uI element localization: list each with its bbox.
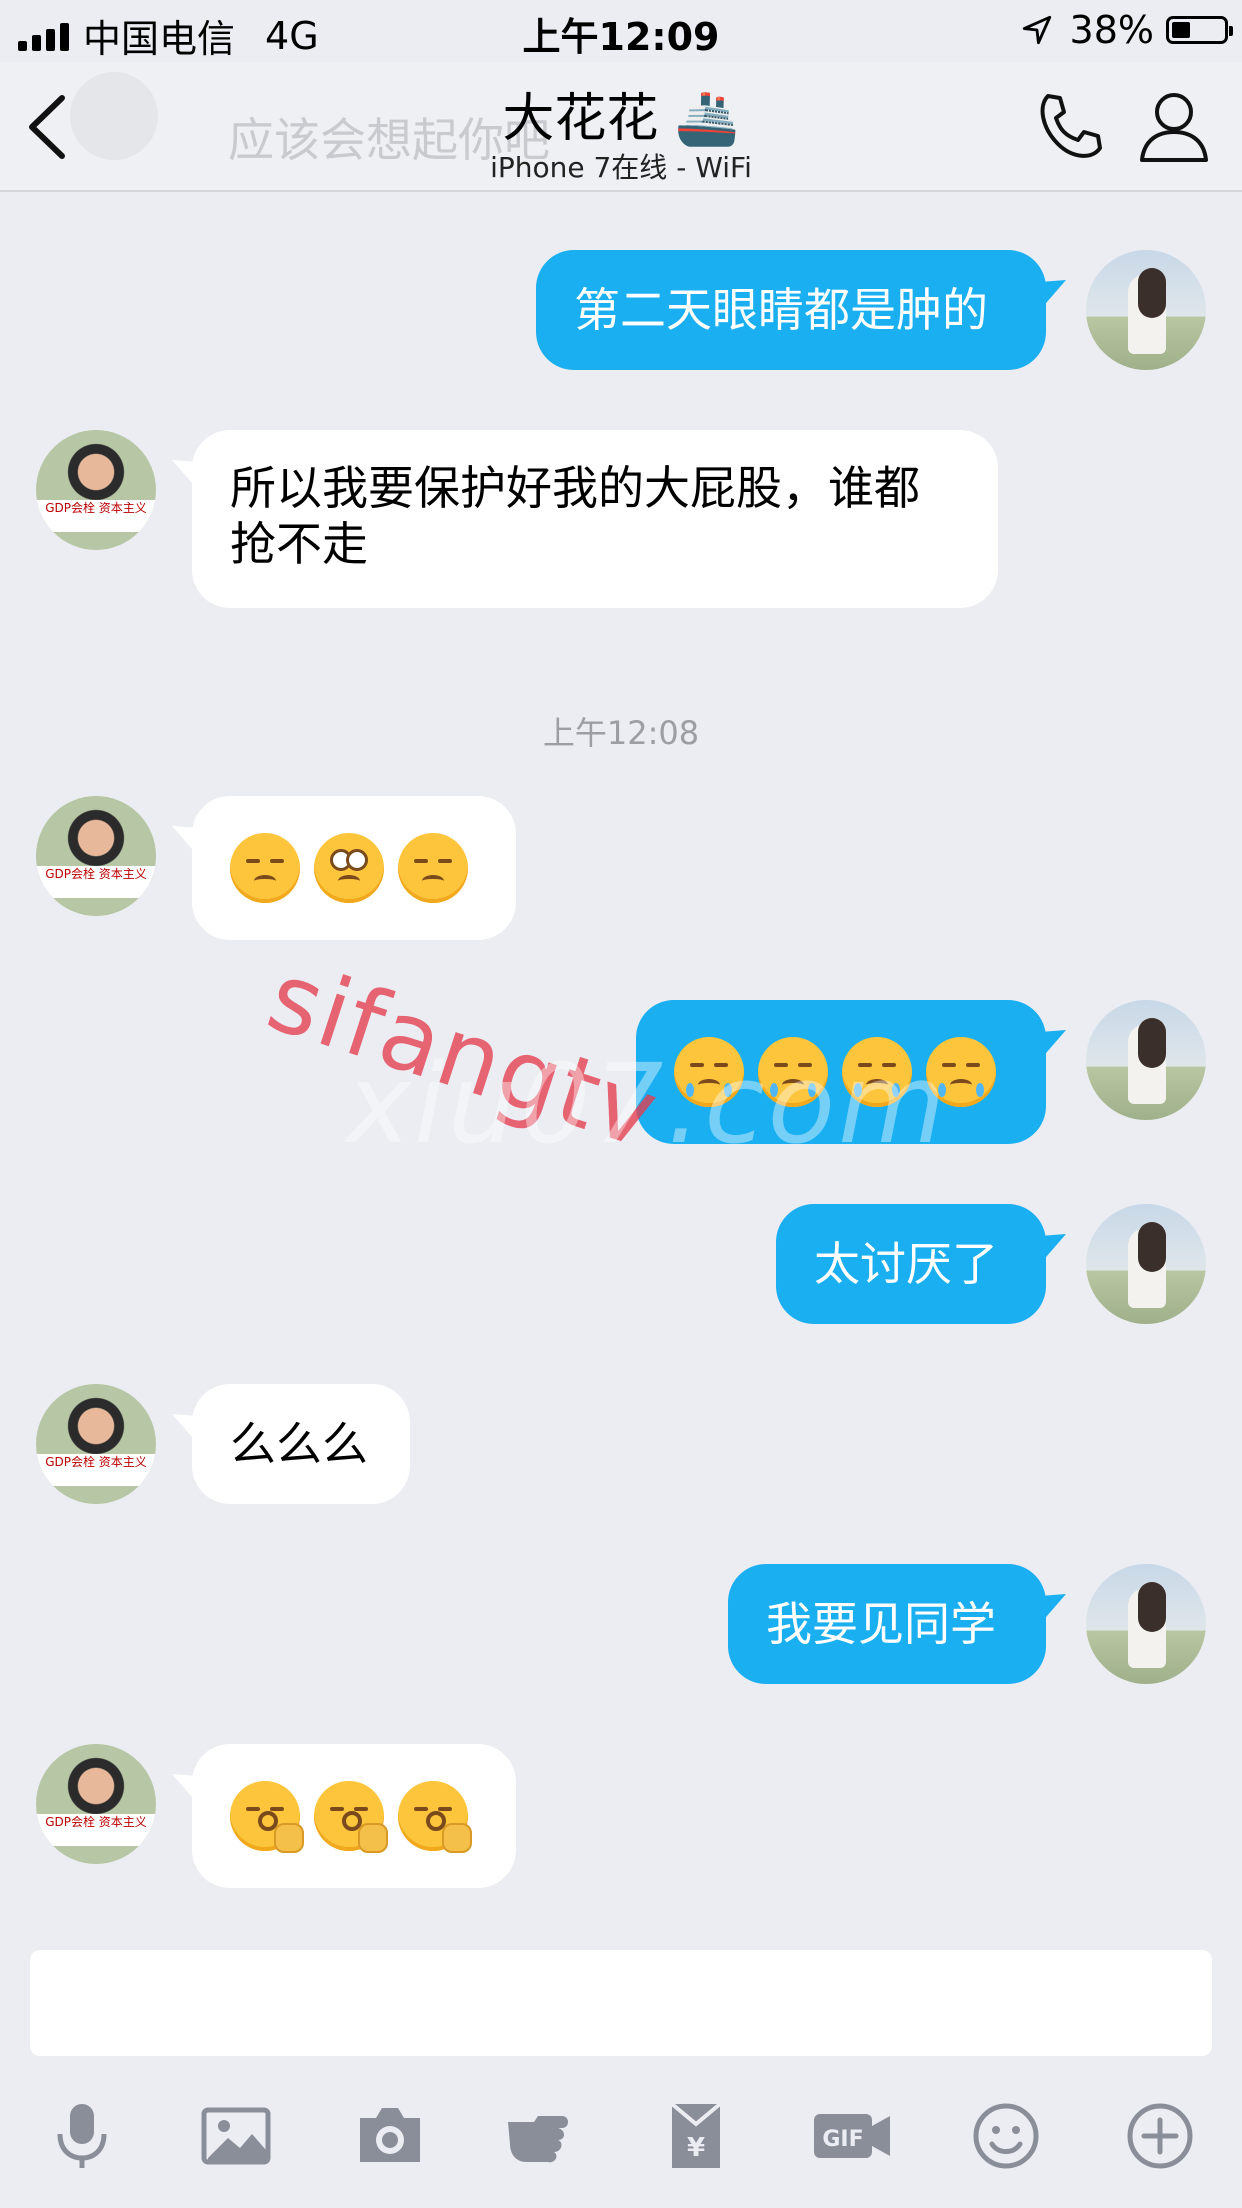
avatar-contact[interactable]: GDP会栓 资本主义 <box>36 430 156 550</box>
message-timestamp: 上午12:08 <box>542 714 700 752</box>
status-bar: 中国电信 4G 上午12:09 38% <box>0 0 1242 62</box>
camera-icon[interactable] <box>354 2100 426 2172</box>
phone-icon[interactable] <box>1032 90 1106 164</box>
message-text: 所以我要保护好我的大屁股，谁都抢不走 <box>230 461 920 571</box>
message-bubble-outgoing[interactable]: 我要见同学 <box>728 1564 1046 1684</box>
kissing-hand-emoji <box>230 1781 304 1853</box>
avatar-contact[interactable]: GDP会栓 资本主义 <box>36 1744 156 1864</box>
avatar-self[interactable] <box>1086 1564 1206 1684</box>
message-row: GDP会栓 资本主义 所以我要保护好我的大屁股，谁都抢不走 <box>0 430 1242 610</box>
message-row: GDP会栓 资本主义 <box>0 796 1242 940</box>
message-bubble-incoming[interactable] <box>192 796 516 940</box>
message-bubble-outgoing[interactable]: 第二天眼睛都是肿的 <box>536 250 1046 370</box>
message-row: 太讨厌了 <box>0 1204 1242 1324</box>
message-text: 太讨厌了 <box>814 1237 998 1291</box>
message-text: 我要见同学 <box>766 1597 996 1651</box>
sad-face-emoji <box>230 833 300 903</box>
location-arrow-icon <box>1022 15 1051 45</box>
avatar-self[interactable] <box>1086 1204 1206 1324</box>
avatar-contact[interactable]: GDP会栓 资本主义 <box>36 1384 156 1504</box>
avatar-contact[interactable]: GDP会栓 资本主义 <box>36 796 156 916</box>
person-icon[interactable] <box>1138 90 1210 164</box>
message-bubble-incoming[interactable]: 么么么 <box>192 1384 410 1504</box>
battery-icon <box>1166 16 1233 44</box>
message-text: 么么么 <box>230 1417 368 1471</box>
message-input[interactable] <box>30 1950 1212 2056</box>
plus-icon[interactable] <box>1124 2100 1196 2172</box>
poke-icon[interactable] <box>504 2100 576 2172</box>
kissing-hand-emoji <box>398 1781 472 1853</box>
message-row: GDP会栓 资本主义 么么么 <box>0 1384 1242 1504</box>
message-row: 我要见同学 <box>0 1564 1242 1684</box>
image-icon[interactable] <box>200 2100 272 2172</box>
avatar-self[interactable] <box>1086 250 1206 370</box>
message-row: GDP会栓 资本主义 <box>0 1744 1242 1888</box>
message-bubble-incoming[interactable]: 所以我要保护好我的大屁股，谁都抢不走 <box>192 430 998 608</box>
input-toolbar: ¥ GIF <box>0 2086 1242 2186</box>
svg-text:GIF: GIF <box>822 2127 863 2152</box>
svg-text:¥: ¥ <box>687 2133 705 2163</box>
message-bubble-incoming[interactable] <box>192 1744 516 1888</box>
watermark-xiu07: xiu07.com <box>346 1040 949 1168</box>
battery-percent: 38% <box>1069 8 1154 52</box>
eye-roll-emoji <box>314 833 384 903</box>
message-text: 第二天眼睛都是肿的 <box>574 283 988 337</box>
message-bubble-outgoing[interactable]: 太讨厌了 <box>776 1204 1046 1324</box>
microphone-icon[interactable] <box>46 2100 118 2172</box>
chat-header: 应该会想起你吧 大花花 🚢 iPhone 7在线 - WiFi <box>0 62 1242 192</box>
emoji-icon[interactable] <box>970 2100 1042 2172</box>
sad-face-emoji <box>398 833 468 903</box>
message-row: 第二天眼睛都是肿的 <box>0 250 1242 370</box>
kissing-hand-emoji <box>314 1781 388 1853</box>
gif-icon[interactable]: GIF <box>812 2100 892 2172</box>
avatar-self[interactable] <box>1086 1000 1206 1120</box>
red-packet-icon[interactable]: ¥ <box>660 2100 732 2172</box>
